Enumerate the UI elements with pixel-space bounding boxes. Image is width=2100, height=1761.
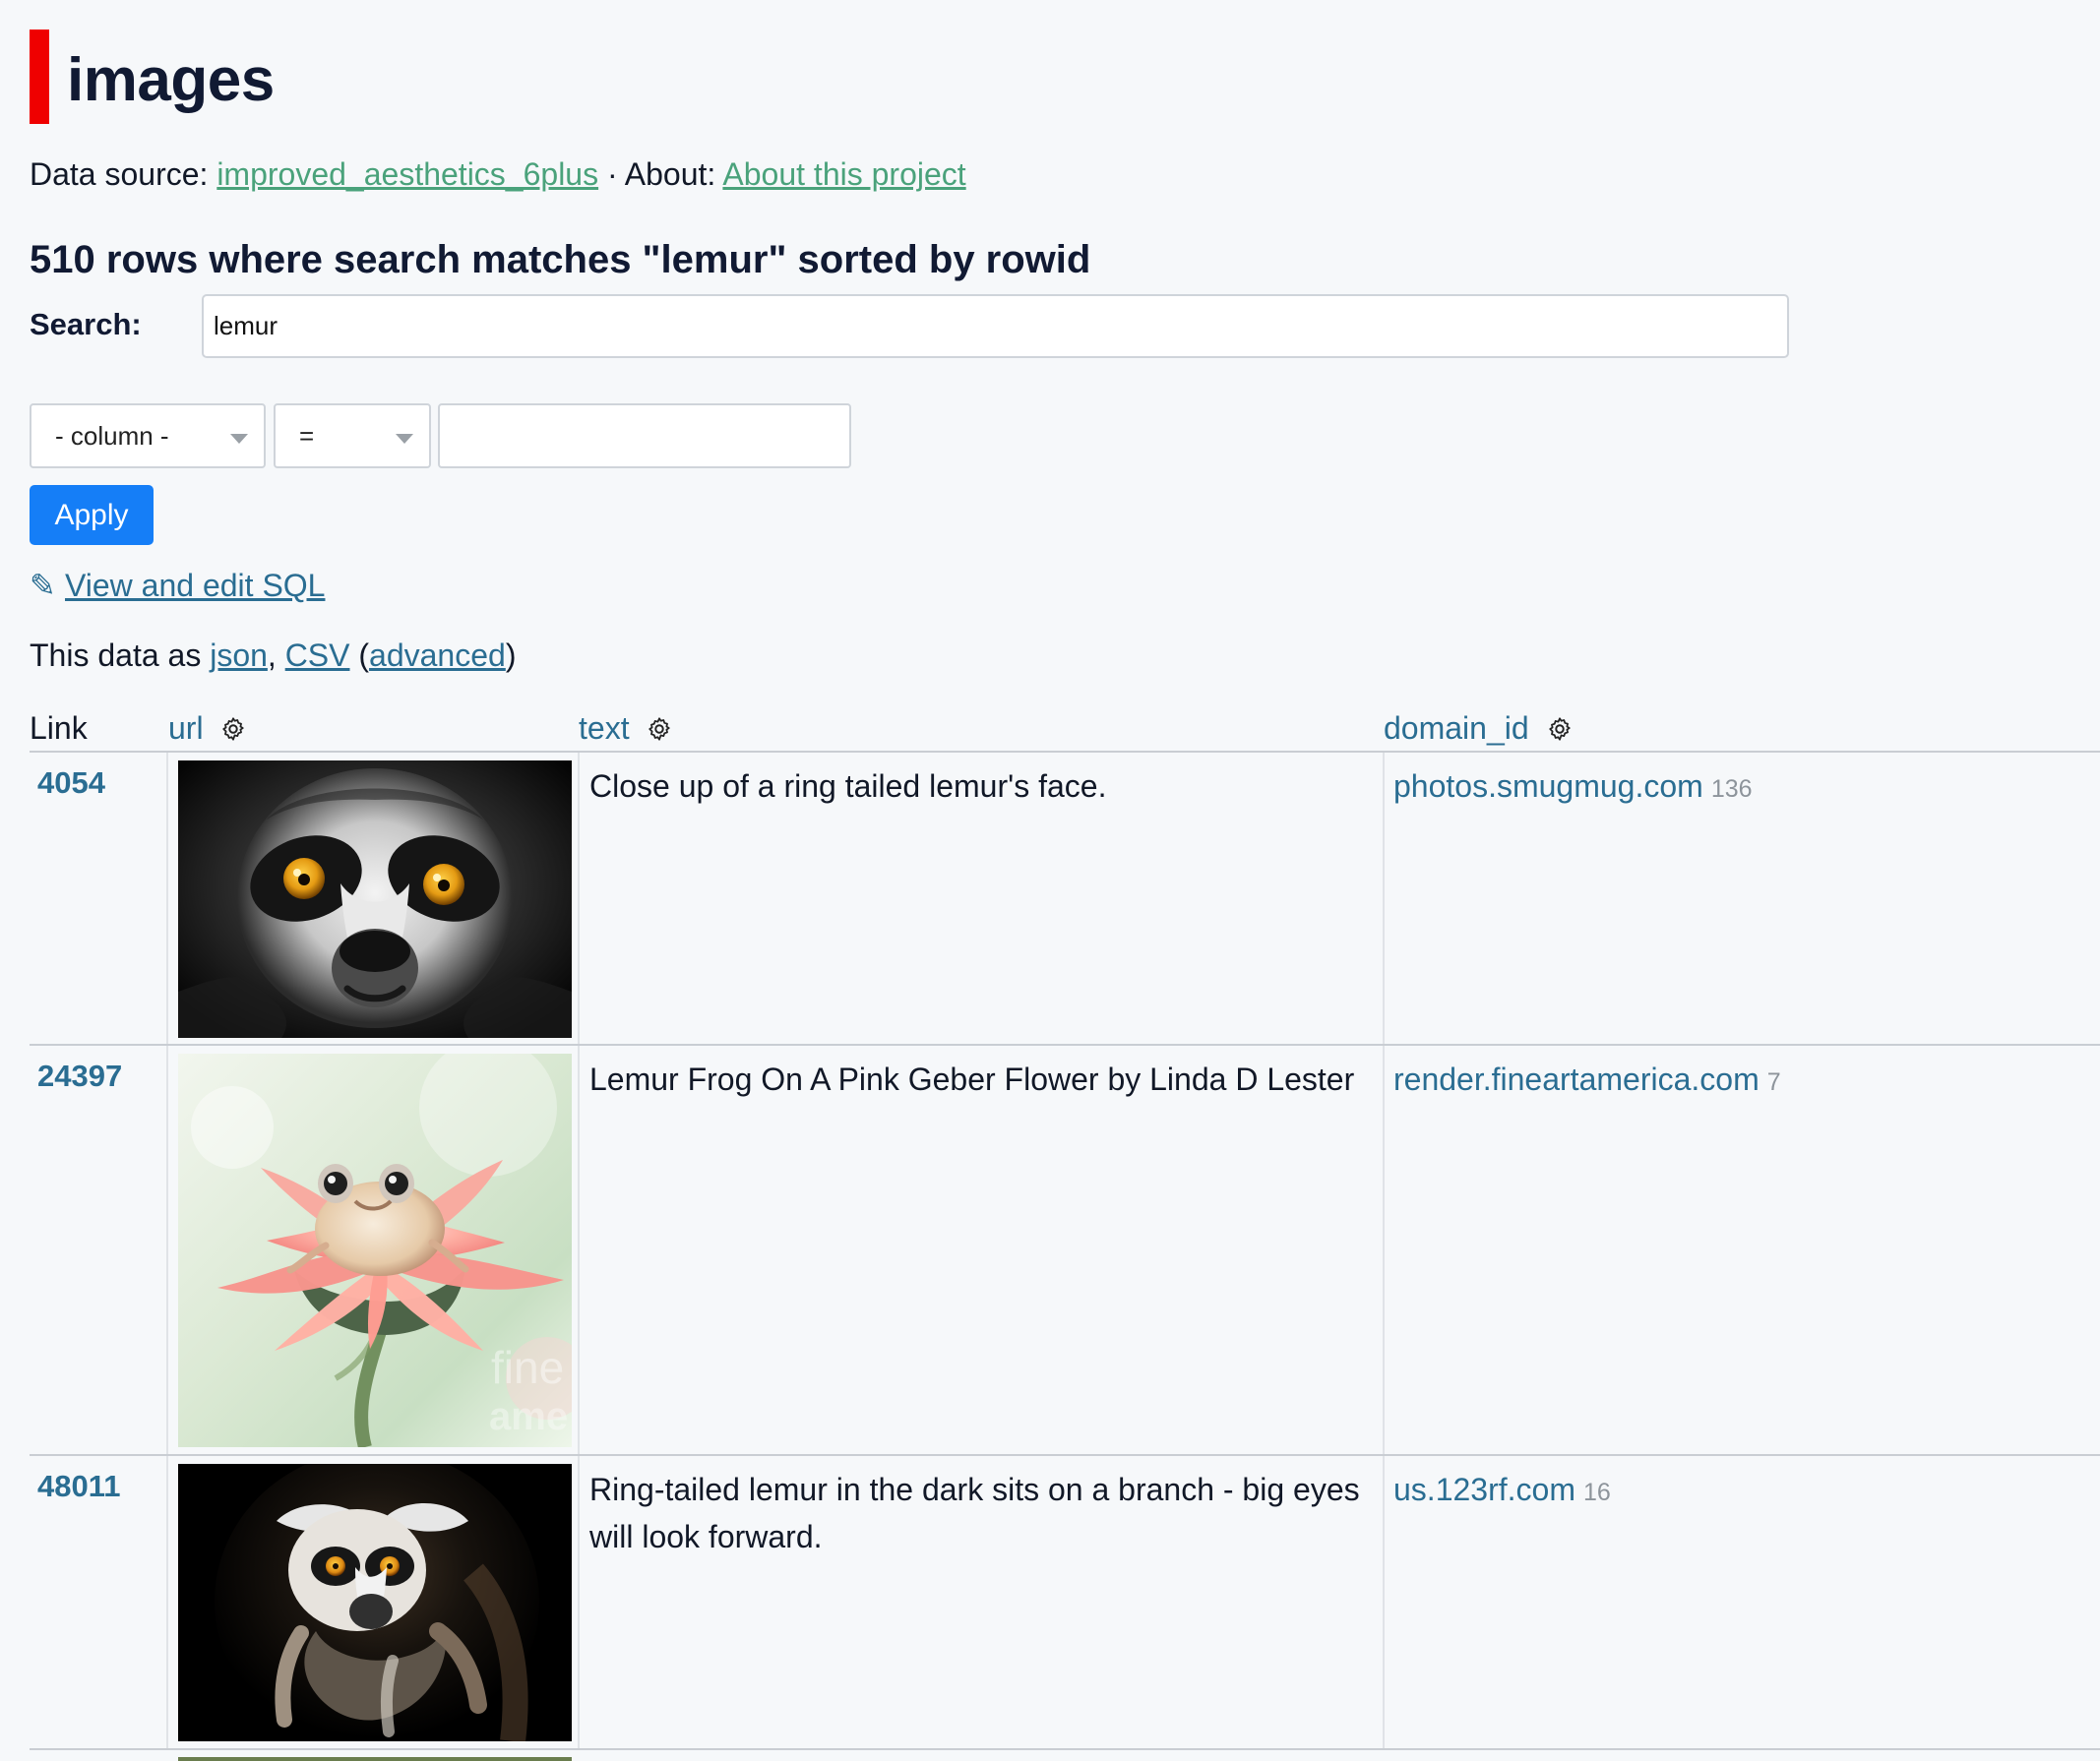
pencil-icon: ✎ xyxy=(30,568,56,603)
chevron-down-icon xyxy=(396,434,413,444)
domain-id-count: 16 xyxy=(1582,1479,1611,1506)
domain-id-count: 136 xyxy=(1710,775,1753,803)
text-column-sort-link[interactable]: text xyxy=(579,710,630,746)
column-separator xyxy=(578,1456,580,1748)
search-label: Search: xyxy=(30,307,142,341)
column-separator xyxy=(166,1456,168,1748)
column-separator xyxy=(166,753,168,1044)
row-link[interactable]: 48011 xyxy=(37,1468,121,1505)
lemur-dark-thumbnail[interactable] xyxy=(178,1464,572,1741)
svg-text:ame: ame xyxy=(489,1395,568,1438)
operator-select-value: = xyxy=(299,421,315,451)
column-separator xyxy=(166,1046,168,1454)
advanced-close-paren: ) xyxy=(505,638,517,673)
next-row-image-stub xyxy=(178,1757,572,1761)
column-select-value: - column - xyxy=(55,421,169,451)
operator-select[interactable]: = xyxy=(274,403,431,468)
csv-export-link[interactable]: CSV xyxy=(285,638,350,673)
sql-link-row: ✎ View and edit SQL xyxy=(30,567,325,604)
page-title: images xyxy=(67,46,275,114)
json-export-link[interactable]: json xyxy=(210,638,268,673)
table-row: 4054 Close up of a ring tailed lemur's f… xyxy=(30,753,2100,1046)
about-label: About: xyxy=(624,156,716,192)
advanced-export-link[interactable]: advanced xyxy=(369,638,506,673)
column-separator xyxy=(578,1046,580,1454)
data-source-link[interactable]: improved_aesthetics_6plus xyxy=(216,156,598,192)
view-edit-sql-link[interactable]: View and edit SQL xyxy=(65,568,325,603)
column-separator xyxy=(1383,753,1385,1044)
about-project-link[interactable]: About this project xyxy=(722,156,965,192)
gear-icon[interactable] xyxy=(646,715,673,743)
advanced-open-paren: ( xyxy=(358,638,370,673)
data-source-label: Data source: xyxy=(30,156,209,192)
gear-icon[interactable] xyxy=(1546,715,1574,743)
row-text: Lemur Frog On A Pink Geber Flower by Lin… xyxy=(589,1062,1355,1097)
domain-link[interactable]: photos.smugmug.com xyxy=(1393,768,1703,804)
column-header-url[interactable]: url xyxy=(168,708,247,752)
column-select[interactable]: - column - xyxy=(30,403,266,468)
metadata-separator: · xyxy=(606,156,618,192)
title-accent-bar xyxy=(30,30,49,124)
filter-value-input[interactable] xyxy=(438,403,851,468)
table-row: 48011 Ring-tailed lemur in the dark sits… xyxy=(30,1456,2100,1750)
domain-link[interactable]: us.123rf.com xyxy=(1393,1472,1575,1507)
results-summary: 510 rows where search matches "lemur" so… xyxy=(30,238,1091,281)
domain-id-count: 7 xyxy=(1766,1068,1781,1096)
search-input[interactable] xyxy=(202,294,1789,358)
datasette-table-page: images Data source: improved_aesthetics_… xyxy=(0,0,2100,1761)
row-text: Close up of a ring tailed lemur's face. xyxy=(589,768,1107,804)
table-row: 24397 fine ame Lemur Frog On A Pink Gebe… xyxy=(30,1046,2100,1456)
chevron-down-icon xyxy=(230,434,248,444)
domain-link[interactable]: render.fineartamerica.com xyxy=(1393,1062,1760,1097)
frog-flower-thumbnail[interactable]: fine ame xyxy=(178,1054,572,1447)
lemur-face-thumbnail[interactable] xyxy=(178,760,572,1038)
domain-cell: photos.smugmug.com 136 xyxy=(1393,762,1753,813)
column-separator xyxy=(578,753,580,1044)
gear-icon[interactable] xyxy=(219,715,247,743)
apply-button[interactable]: Apply xyxy=(30,485,154,545)
column-separator xyxy=(1383,1456,1385,1748)
row-text: Ring-tailed lemur in the dark sits on a … xyxy=(589,1472,1360,1554)
column-header-domain-id[interactable]: domain_id xyxy=(1384,708,1574,752)
domain-cell: us.123rf.com 16 xyxy=(1393,1466,1611,1516)
column-header-text[interactable]: text xyxy=(579,708,673,752)
column-header-link: Link xyxy=(30,710,88,746)
url-column-sort-link[interactable]: url xyxy=(168,710,204,746)
export-options: This data as json, CSV (advanced) xyxy=(30,637,516,674)
export-prefix: This data as xyxy=(30,638,202,673)
row-link[interactable]: 24397 xyxy=(37,1058,122,1095)
domain-cell: render.fineartamerica.com 7 xyxy=(1393,1056,1781,1106)
row-link[interactable]: 4054 xyxy=(37,764,105,802)
export-comma: , xyxy=(267,638,277,673)
svg-text:fine: fine xyxy=(491,1342,564,1393)
metadata-line: Data source: improved_aesthetics_6plus ·… xyxy=(30,155,966,193)
column-separator xyxy=(1383,1046,1385,1454)
domain-id-column-sort-link[interactable]: domain_id xyxy=(1384,710,1529,746)
